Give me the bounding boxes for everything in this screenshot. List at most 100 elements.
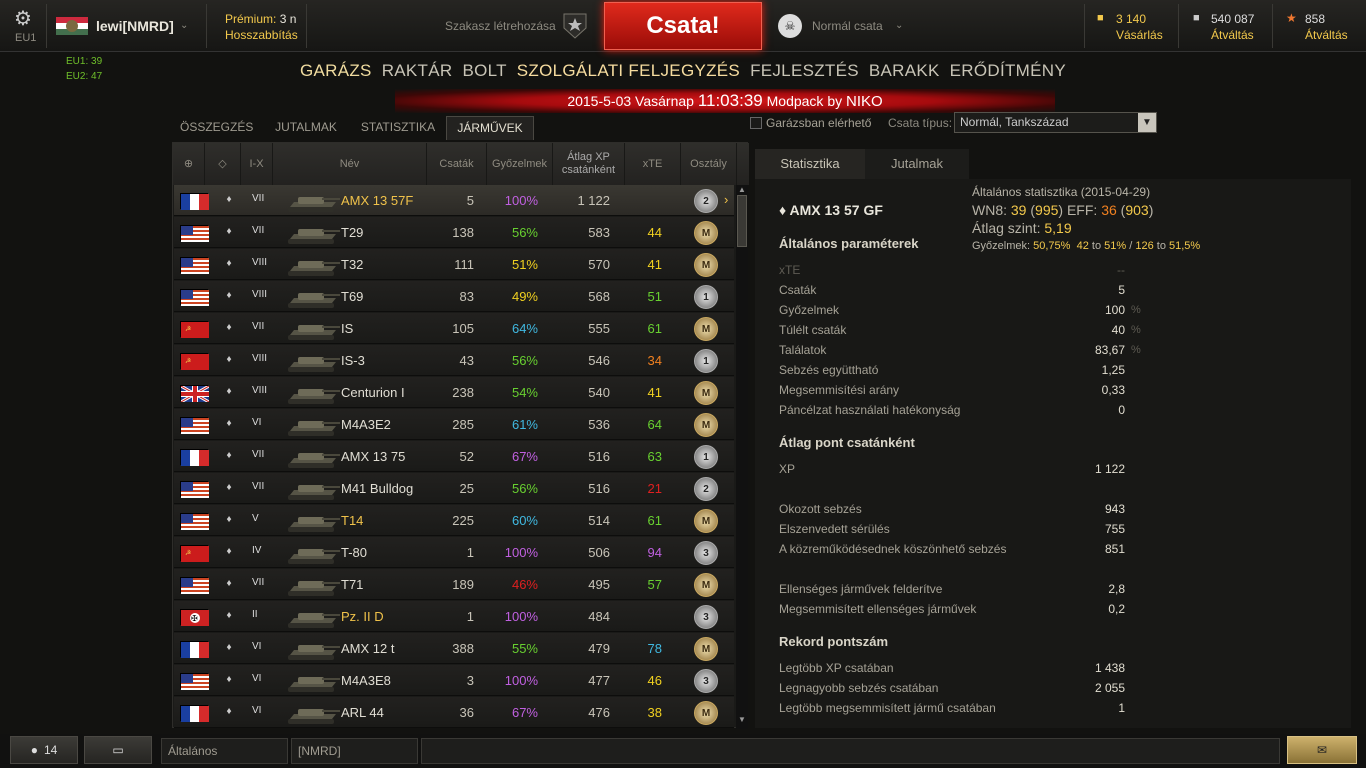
- tank-image: [284, 571, 340, 599]
- nav-research[interactable]: FEJLESZTÉS: [750, 54, 859, 88]
- platoon-icon[interactable]: [562, 12, 588, 40]
- table-row[interactable]: ☭ ♦ VIII IS-3 43 56% 546 34 1: [174, 345, 734, 376]
- battles-column-header[interactable]: Csaták: [427, 143, 487, 185]
- garage-only-checkbox[interactable]: [750, 117, 762, 129]
- notifications-button[interactable]: ✉: [1287, 736, 1357, 764]
- param-unit: %: [1131, 324, 1141, 336]
- record-value: 1 438: [1094, 661, 1125, 675]
- avg-xp-value: 546: [588, 353, 610, 368]
- battle-mode-icon[interactable]: ☠: [778, 14, 802, 38]
- nav-barracks[interactable]: BARAKK: [869, 54, 940, 88]
- battles-value: 52: [459, 449, 474, 464]
- create-platoon-button[interactable]: Szakasz létrehozása: [445, 19, 556, 33]
- tier-value: VIII: [252, 353, 268, 364]
- avg-xp-value: 540: [588, 385, 610, 400]
- table-row[interactable]: ♦ VII AMX 13 57F 5 100% 1 122 2 ›: [174, 185, 734, 216]
- gear-icon[interactable]: ⚙: [14, 9, 34, 29]
- nation-flag-icon: [180, 384, 210, 404]
- tab-statistics[interactable]: STATISZTIKA: [358, 116, 438, 140]
- table-row[interactable]: ♦ VI ARL 44 36 67% 476 38 M: [174, 697, 734, 728]
- chat-input-area[interactable]: [421, 738, 1280, 764]
- table-row[interactable]: ♦ VI M4A3E2 285 61% 536 64 M: [174, 409, 734, 440]
- chat-channel-clan[interactable]: [NMRD]: [291, 738, 418, 764]
- nation-flag-icon: [180, 513, 209, 530]
- vehicle-class-icon: ♦: [226, 674, 232, 685]
- chevron-down-icon[interactable]: ⌄: [895, 20, 903, 31]
- clan-emblem[interactable]: [56, 17, 88, 35]
- class-column-header[interactable]: Osztály: [681, 143, 737, 185]
- nav-depot[interactable]: RAKTÁR: [382, 54, 453, 88]
- tank-image: [284, 379, 340, 407]
- tab-panel-awards[interactable]: Jutalmak: [865, 149, 969, 179]
- mastery-badge-icon: M: [694, 413, 718, 437]
- table-row[interactable]: ♦ VIII Centurion I 238 54% 540 41 M: [174, 377, 734, 408]
- type-column-header[interactable]: ◇: [205, 143, 241, 185]
- table-row[interactable]: ☭ ♦ IV T-80 1 100% 506 94 3: [174, 537, 734, 568]
- wins-column-header[interactable]: Győzelmek: [487, 143, 553, 185]
- nation-flag-icon: [180, 449, 209, 466]
- table-row[interactable]: ♦ VI M4A3E8 3 100% 477 46 3: [174, 665, 734, 696]
- param-value: 40: [1111, 323, 1125, 337]
- avgxp-column-header[interactable]: Átlag XP csatánként: [553, 143, 625, 185]
- tab-awards[interactable]: JUTALMAK: [268, 116, 344, 140]
- nav-garage[interactable]: GARÁZS: [300, 54, 372, 88]
- vehicle-name: M4A3E8: [341, 673, 391, 688]
- name-column-header[interactable]: Név: [273, 143, 427, 185]
- table-row[interactable]: ✠ ♦ II Pz. II D 1 100% 484 3: [174, 601, 734, 632]
- avg-xp-value: 568: [588, 289, 610, 304]
- chat-channel-general[interactable]: Általános: [161, 738, 288, 764]
- friends-button[interactable]: ● 14: [10, 736, 78, 764]
- nav-shop[interactable]: BOLT: [462, 54, 506, 88]
- battle-button[interactable]: Csata!: [604, 2, 762, 50]
- avg-tier-line: Átlag szint: 5,19: [972, 220, 1072, 236]
- tab-panel-statistics[interactable]: Statisztika: [755, 149, 865, 179]
- table-row[interactable]: ☭ ♦ VII IS 105 64% 555 61 M: [174, 313, 734, 344]
- scroll-thumb[interactable]: [737, 195, 747, 247]
- battle-type-select[interactable]: Normál, Tankszázad ▼: [954, 112, 1157, 133]
- battle-type-label: Csata típus:: [888, 116, 953, 130]
- vehicle-class-icon: ♦: [226, 226, 232, 237]
- avg-xp-value: 506: [588, 545, 610, 560]
- nation-flag-icon: ☭: [180, 353, 209, 370]
- main-nav: GARÁZS RAKTÁR BOLT SZOLGÁLATI FELJEGYZÉS FEJ…: [0, 54, 1366, 88]
- mastery-badge-icon: 3: [694, 669, 718, 693]
- scrollbar[interactable]: ▲ ▼: [736, 185, 748, 729]
- table-row[interactable]: ♦ V T14 225 60% 514 61 M: [174, 505, 734, 536]
- vehicle-class-icon: ♦: [226, 482, 232, 493]
- exchange-xp-link[interactable]: Átváltás: [1305, 28, 1348, 42]
- player-name[interactable]: lewi[NMRD]: [96, 18, 174, 34]
- scroll-down-icon[interactable]: ▼: [737, 715, 747, 725]
- table-row[interactable]: ♦ VIII T32 111 51% 570 41 M: [174, 249, 734, 280]
- avg-xp-value: 495: [588, 577, 610, 592]
- extend-premium-link[interactable]: Hosszabbítás: [225, 28, 298, 42]
- battle-mode-select[interactable]: Normál csata: [812, 19, 883, 33]
- battles-value: 388: [452, 641, 474, 656]
- nation-flag-icon: [180, 225, 209, 242]
- tier-column-header[interactable]: I-X: [241, 143, 273, 185]
- avg-label: Megsemmisített ellenséges járművek: [779, 602, 977, 616]
- nav-stronghold[interactable]: ERŐDÍTMÉNY: [950, 54, 1066, 88]
- exchange-credits-link[interactable]: Átváltás: [1211, 28, 1254, 42]
- table-row[interactable]: ♦ VII T71 189 46% 495 57 M: [174, 569, 734, 600]
- buy-gold-link[interactable]: Vásárlás: [1116, 28, 1163, 42]
- nav-service-record[interactable]: SZOLGÁLATI FELJEGYZÉS: [517, 54, 740, 88]
- scroll-up-icon[interactable]: ▲: [737, 185, 747, 195]
- param-label: Találatok: [779, 343, 827, 357]
- tab-summary[interactable]: ÖSSZEGZÉS: [180, 116, 253, 140]
- param-label: Túlélt csaták: [779, 323, 847, 337]
- battles-value: 189: [452, 577, 474, 592]
- table-row[interactable]: ♦ VII AMX 13 75 52 67% 516 63 1: [174, 441, 734, 472]
- table-row[interactable]: ♦ VII M41 Bulldog 25 56% 516 21 2: [174, 473, 734, 504]
- nation-column-header[interactable]: ⊕: [173, 143, 205, 185]
- credits-icon: ■: [1193, 12, 1200, 24]
- xte-column-header[interactable]: xTE: [625, 143, 681, 185]
- record-label: Legtöbb XP csatában: [779, 661, 894, 675]
- table-row[interactable]: ♦ VI AMX 12 t 388 55% 479 78 M: [174, 633, 734, 664]
- xte-value: 46: [647, 673, 662, 688]
- chat-channels-button[interactable]: ▭: [84, 736, 152, 764]
- tab-vehicles[interactable]: JÁRMŰVEK: [446, 116, 534, 140]
- table-row[interactable]: ♦ VII T29 138 56% 583 44 M: [174, 217, 734, 248]
- chevron-down-icon[interactable]: ⌄: [180, 20, 188, 31]
- table-row[interactable]: ♦ VIII T69 83 49% 568 51 1: [174, 281, 734, 312]
- svg-text:✠: ✠: [191, 614, 198, 623]
